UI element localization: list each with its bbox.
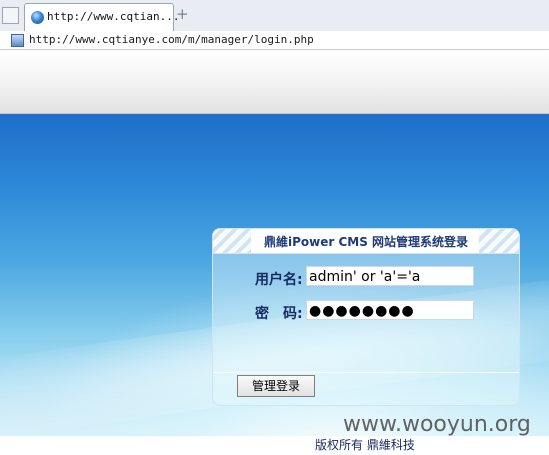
username-input[interactable]: admin' or 'a'='a xyxy=(306,266,474,286)
address-bar[interactable]: http://www.cqtianye.com/m/manager/login.… xyxy=(0,31,549,50)
login-title: 鼎維iPower CMS 网站管理系统登录 xyxy=(263,235,469,249)
copyright-text: 版权所有 鼎維科技 xyxy=(315,438,415,452)
login-panel: 鼎維iPower CMS 网站管理系统登录 用户名: admin' or 'a'… xyxy=(212,228,520,406)
globe-icon xyxy=(31,11,44,24)
page-header-strip xyxy=(0,50,549,114)
tab-title: http://www.cqtian... xyxy=(47,10,180,23)
username-label: 用户名: xyxy=(255,272,303,288)
new-tab-button[interactable]: + xyxy=(176,5,189,23)
browser-tab[interactable]: http://www.cqtian... xyxy=(24,3,179,32)
password-label: 密 码: xyxy=(255,306,303,322)
page-icon xyxy=(11,34,24,47)
tab-group-icon[interactable] xyxy=(2,7,19,24)
login-panel-header: 鼎維iPower CMS 网站管理系统登录 xyxy=(213,229,519,254)
url-text[interactable]: http://www.cqtianye.com/m/manager/login.… xyxy=(29,33,314,46)
login-button[interactable]: 管理登录 xyxy=(237,375,315,397)
panel-divider xyxy=(213,372,519,373)
browser-tab-bar: http://www.cqtian... + xyxy=(0,0,549,32)
password-input[interactable]: ●●●●●●●● xyxy=(306,300,474,320)
watermark-text: www.wooyun.org xyxy=(343,412,531,437)
page-footer: 版权所有 鼎維科技 xyxy=(0,436,549,455)
